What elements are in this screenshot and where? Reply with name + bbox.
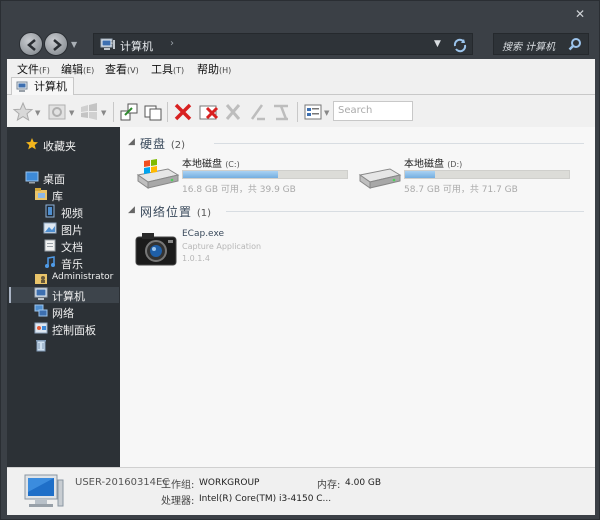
drive-free-space: 16.8 GB 可用，共 39.9 GB — [182, 185, 296, 195]
computer-name: USER-20160314EC — [75, 477, 170, 488]
picture-icon — [43, 222, 57, 234]
group-divider — [226, 211, 584, 212]
workgroup-label: 工作组: — [161, 480, 195, 491]
navigation-pane: 收藏夹 桌面 库 视频 图片 文档 音乐 Administrator 计算机 网… — [7, 127, 120, 467]
search-input[interactable]: 搜索 计算机 — [493, 33, 589, 55]
app-ecap[interactable]: ECap.exe Capture Application 1.0.1.4 — [134, 229, 354, 269]
breadcrumb-computer[interactable]: 计算机 — [120, 38, 153, 54]
toolbar: ▼ ▼ ▼ ▼ Search — [7, 97, 595, 127]
copy-icon[interactable] — [141, 100, 165, 124]
sidebar-item-library[interactable]: 库 — [34, 187, 119, 203]
sidebar-item-favorites[interactable]: 收藏夹 — [25, 137, 119, 153]
tab-bar: 计算机 — [7, 75, 595, 95]
drive-c[interactable]: 本地磁盘 (C:) 16.8 GB 可用，共 39.9 GB — [136, 155, 356, 195]
sidebar-item-pictures[interactable]: 图片 — [43, 221, 119, 237]
breadcrumb-separator-icon: › — [170, 38, 174, 49]
content-pane: ◢ 硬盘 (2) 本地磁盘 (C:) 16.8 GB 可用，共 39.9 GB — [120, 127, 595, 467]
sidebar-item-recycle-bin[interactable] — [34, 338, 54, 354]
drive-free-space: 58.7 GB 可用，共 71.7 GB — [404, 185, 518, 195]
sidebar-item-documents[interactable]: 文档 — [43, 238, 119, 254]
sidebar-item-network[interactable]: 网络 — [34, 304, 119, 320]
sidebar-item-administrator[interactable]: Administrator — [34, 271, 119, 287]
sidebar-item-desktop[interactable]: 桌面 — [25, 170, 119, 186]
forward-button[interactable] — [44, 32, 68, 56]
windows-icon[interactable] — [77, 100, 101, 124]
search-icon[interactable] — [568, 37, 582, 51]
library-icon — [35, 188, 47, 200]
processor-value: Intel(R) Core(TM) i3-4150 C... — [199, 494, 332, 504]
document-icon — [44, 239, 56, 252]
tab-computer[interactable]: 计算机 — [11, 77, 74, 95]
camera-icon — [135, 233, 177, 266]
history-dropdown-icon[interactable]: ▼ — [71, 40, 77, 49]
processor-label: 处理器: — [161, 496, 195, 507]
favorites-dropdown-icon[interactable]: ▼ — [35, 109, 40, 117]
group-header-network-locations[interactable]: ◢ 网络位置 (1) — [128, 203, 584, 219]
capacity-bar-fill — [405, 171, 435, 178]
group-header-hard-disks[interactable]: ◢ 硬盘 (2) — [128, 135, 584, 151]
toolbar-search-input[interactable]: Search — [333, 101, 413, 121]
back-button[interactable] — [19, 32, 43, 56]
sidebar-item-videos[interactable]: 视频 — [43, 204, 119, 220]
control-panel-icon — [34, 322, 48, 334]
computer-icon — [24, 474, 64, 507]
music-icon — [45, 256, 55, 268]
menu-bar: 文件(F) 编辑(E) 查看(V) 工具(T) 帮助(H) — [7, 59, 595, 76]
recycle-bin-icon — [36, 340, 46, 352]
details-pane: USER-20160314EC 工作组: WORKGROUP 内存: 4.00 … — [7, 467, 595, 515]
toolbar-divider — [113, 102, 114, 122]
user-folder-icon — [35, 274, 47, 284]
windows-dropdown-icon[interactable]: ▼ — [101, 109, 106, 117]
computer-icon — [16, 81, 28, 92]
workgroup-value: WORKGROUP — [199, 478, 260, 488]
arrow-right-icon — [53, 39, 62, 51]
delete-permanent-icon[interactable] — [197, 100, 221, 124]
refresh-icon[interactable] — [452, 37, 468, 53]
memory-label: 内存: — [317, 480, 341, 491]
cut-icon[interactable] — [221, 100, 245, 124]
sidebar-item-music[interactable]: 音乐 — [43, 255, 119, 271]
view-dropdown-icon[interactable]: ▼ — [324, 109, 329, 117]
group-divider — [214, 143, 584, 144]
address-dropdown-icon[interactable]: ▼ — [434, 39, 441, 49]
redo-icon[interactable] — [269, 100, 293, 124]
sidebar-item-computer[interactable]: 计算机 — [9, 287, 119, 303]
close-button[interactable]: ✕ — [573, 7, 587, 21]
toolbar-divider — [297, 102, 298, 122]
properties-icon[interactable] — [45, 100, 69, 124]
address-row: ▼ › 计算机 › ▼ 搜索 计算机 — [1, 29, 600, 59]
properties-dropdown-icon[interactable]: ▼ — [69, 109, 74, 117]
address-bar[interactable]: › 计算机 › ▼ — [93, 33, 473, 55]
computer-icon — [34, 287, 48, 300]
memory-value: 4.00 GB — [345, 478, 382, 488]
video-icon — [45, 204, 55, 218]
delete-icon[interactable] — [171, 100, 195, 124]
sidebar-item-control-panel[interactable]: 控制面板 — [34, 321, 119, 337]
collapse-chevron-icon[interactable]: ◢ — [128, 205, 135, 215]
collapse-chevron-icon[interactable]: ◢ — [128, 137, 135, 147]
drive-d[interactable]: 本地磁盘 (D:) 58.7 GB 可用，共 71.7 GB — [358, 155, 578, 195]
breadcrumb-separator-icon: › — [110, 38, 114, 49]
move-icon[interactable] — [117, 100, 141, 124]
undo-icon[interactable] — [245, 100, 269, 124]
command-area: 文件(F) 编辑(E) 查看(V) 工具(T) 帮助(H) 计算机 ▼ ▼ ▼ … — [7, 59, 595, 127]
capacity-bar-fill — [183, 171, 278, 178]
desktop-icon — [25, 171, 39, 184]
star-icon — [26, 138, 38, 150]
network-icon — [34, 304, 48, 317]
toolbar-divider — [167, 102, 168, 122]
favorite-star-icon[interactable] — [11, 100, 35, 124]
explorer-window: ✕ ▼ › 计算机 › ▼ 搜索 计算机 文件(F) 编辑(E) 查看(V) 工… — [0, 0, 600, 520]
hard-drive-icon — [358, 168, 402, 189]
capacity-bar — [182, 170, 348, 179]
arrow-left-icon — [27, 39, 36, 51]
view-options-icon[interactable] — [301, 100, 325, 124]
capacity-bar — [404, 170, 570, 179]
hard-drive-windows-icon — [136, 159, 180, 189]
search-placeholder: 搜索 计算机 — [502, 42, 556, 53]
